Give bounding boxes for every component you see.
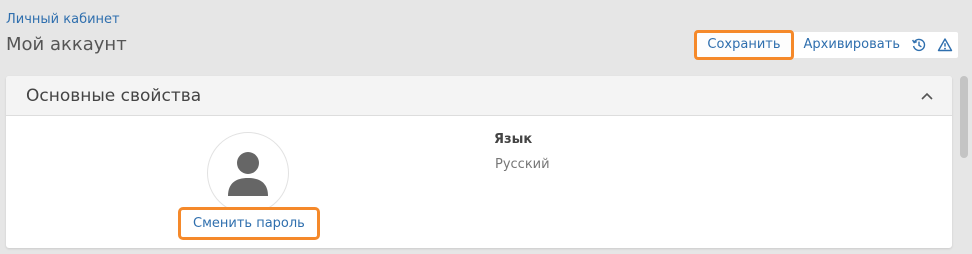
chevron-up-icon[interactable] [920,89,934,103]
toolbar: Сохранить Архивировать [694,30,958,60]
change-password-button[interactable]: Сменить пароль [178,207,320,240]
language-value: Русский [495,157,550,172]
history-icon[interactable] [906,32,932,58]
language-label: Язык [494,132,533,147]
archive-button[interactable]: Архивировать [798,32,906,58]
user-icon [228,152,268,196]
scrollbar[interactable] [958,76,970,254]
panel-title: Основные свойства [26,85,202,106]
warning-icon[interactable] [932,32,958,58]
page-title: Мой аккаунт [6,34,127,55]
avatar [207,132,289,214]
page: Личный кабинет Мой аккаунт Сохранить Арх… [0,0,972,254]
scrollbar-thumb[interactable] [960,76,968,158]
save-button[interactable]: Сохранить [694,30,794,60]
panel-header[interactable]: Основные свойства [6,76,952,116]
main-properties-panel: Основные свойства Сменить пароль Язык Ру… [6,76,952,248]
breadcrumb[interactable]: Личный кабинет [6,12,120,27]
